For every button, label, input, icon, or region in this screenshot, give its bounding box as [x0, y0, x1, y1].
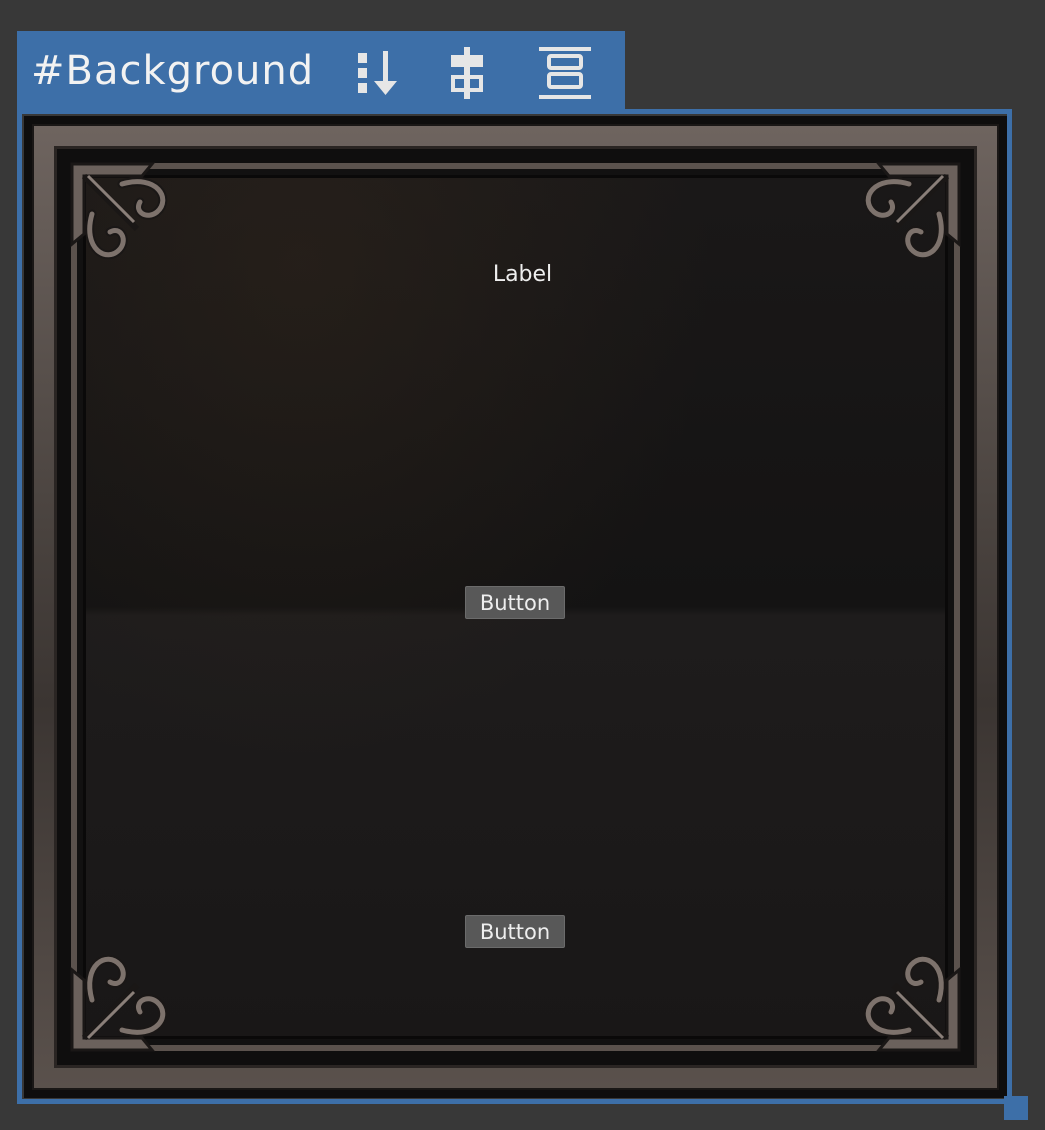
resize-handle[interactable]	[1004, 1096, 1028, 1120]
selection-outline	[17, 109, 1012, 1104]
selection-header[interactable]: #Background	[17, 31, 625, 111]
align-stretch-icon[interactable]	[535, 43, 595, 103]
ui-builder-viewport: #Background Label Button Button	[0, 0, 1045, 1130]
selected-element-name: #Background	[31, 48, 315, 94]
justify-center-icon[interactable]	[437, 43, 497, 103]
flex-direction-column-icon[interactable]	[352, 43, 412, 103]
